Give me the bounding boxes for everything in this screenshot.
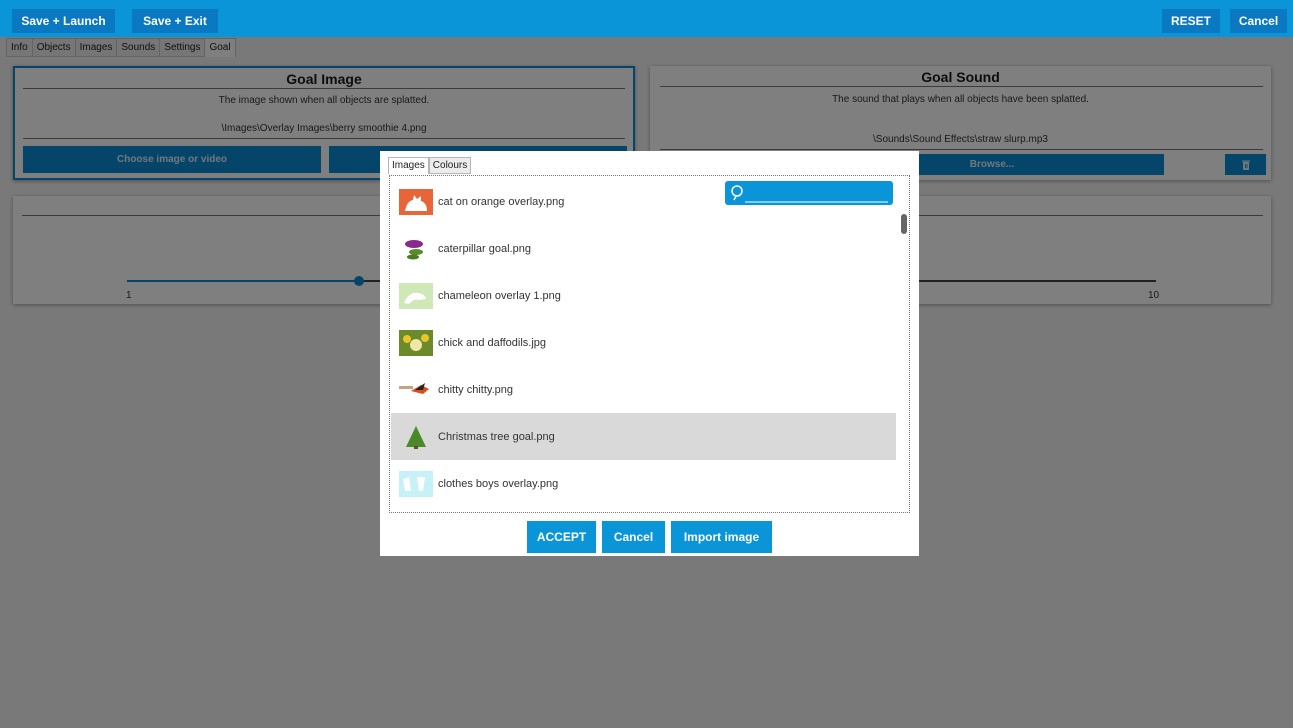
list-item-label: cat on orange overlay.png — [438, 195, 565, 208]
list-item[interactable]: chitty chitty.png — [391, 366, 896, 413]
save-exit-button[interactable]: Save + Exit — [132, 9, 218, 33]
search-input[interactable] — [725, 181, 893, 205]
list-item[interactable]: clothes boys overlay.png — [391, 460, 896, 507]
chick-thumbnail-icon — [399, 329, 433, 356]
cancel-button[interactable]: Cancel — [1230, 9, 1287, 33]
list-item-label: Christmas tree goal.png — [438, 430, 555, 443]
list-item-label: clothes boys overlay.png — [438, 477, 559, 490]
bird-thumbnail-icon — [399, 382, 429, 394]
dialog-tab-images[interactable]: Images — [388, 157, 429, 174]
cat-thumbnail-icon — [399, 188, 433, 215]
top-toolbar: Save + Launch Save + Exit RESET Cancel — [0, 0, 1293, 37]
tree-thumbnail-icon — [406, 425, 426, 449]
image-list[interactable]: cat on orange overlay.png caterpillar go… — [389, 175, 910, 513]
list-item-label: chick and daffodils.jpg — [438, 336, 547, 349]
accept-button[interactable]: ACCEPT — [527, 521, 596, 553]
save-launch-button[interactable]: Save + Launch — [12, 9, 115, 33]
caterpillar-thumbnail-icon — [405, 239, 423, 259]
list-item[interactable]: chameleon overlay 1.png — [391, 272, 896, 319]
list-item-label: chitty chitty.png — [438, 383, 513, 396]
import-image-button[interactable]: Import image — [671, 521, 772, 553]
clothes-thumbnail-icon — [399, 470, 433, 497]
list-item-selected[interactable]: Christmas tree goal.png — [391, 413, 896, 460]
dialog-cancel-button[interactable]: Cancel — [602, 521, 665, 553]
list-item-label: chameleon overlay 1.png — [438, 289, 561, 302]
chameleon-thumbnail-icon — [399, 282, 433, 309]
list-scrollbar[interactable] — [901, 214, 907, 234]
search-icon — [731, 185, 888, 203]
list-item-label: caterpillar goal.png — [438, 242, 531, 255]
reset-button[interactable]: RESET — [1162, 9, 1220, 33]
list-item[interactable]: chick and daffodils.jpg — [391, 319, 896, 366]
dialog-tab-colours[interactable]: Colours — [428, 157, 472, 174]
dialog-tabs: Images Colours — [388, 157, 472, 174]
image-picker-dialog: Images Colours cat on orange overlay.png… — [380, 151, 919, 556]
list-item[interactable]: caterpillar goal.png — [391, 225, 896, 272]
